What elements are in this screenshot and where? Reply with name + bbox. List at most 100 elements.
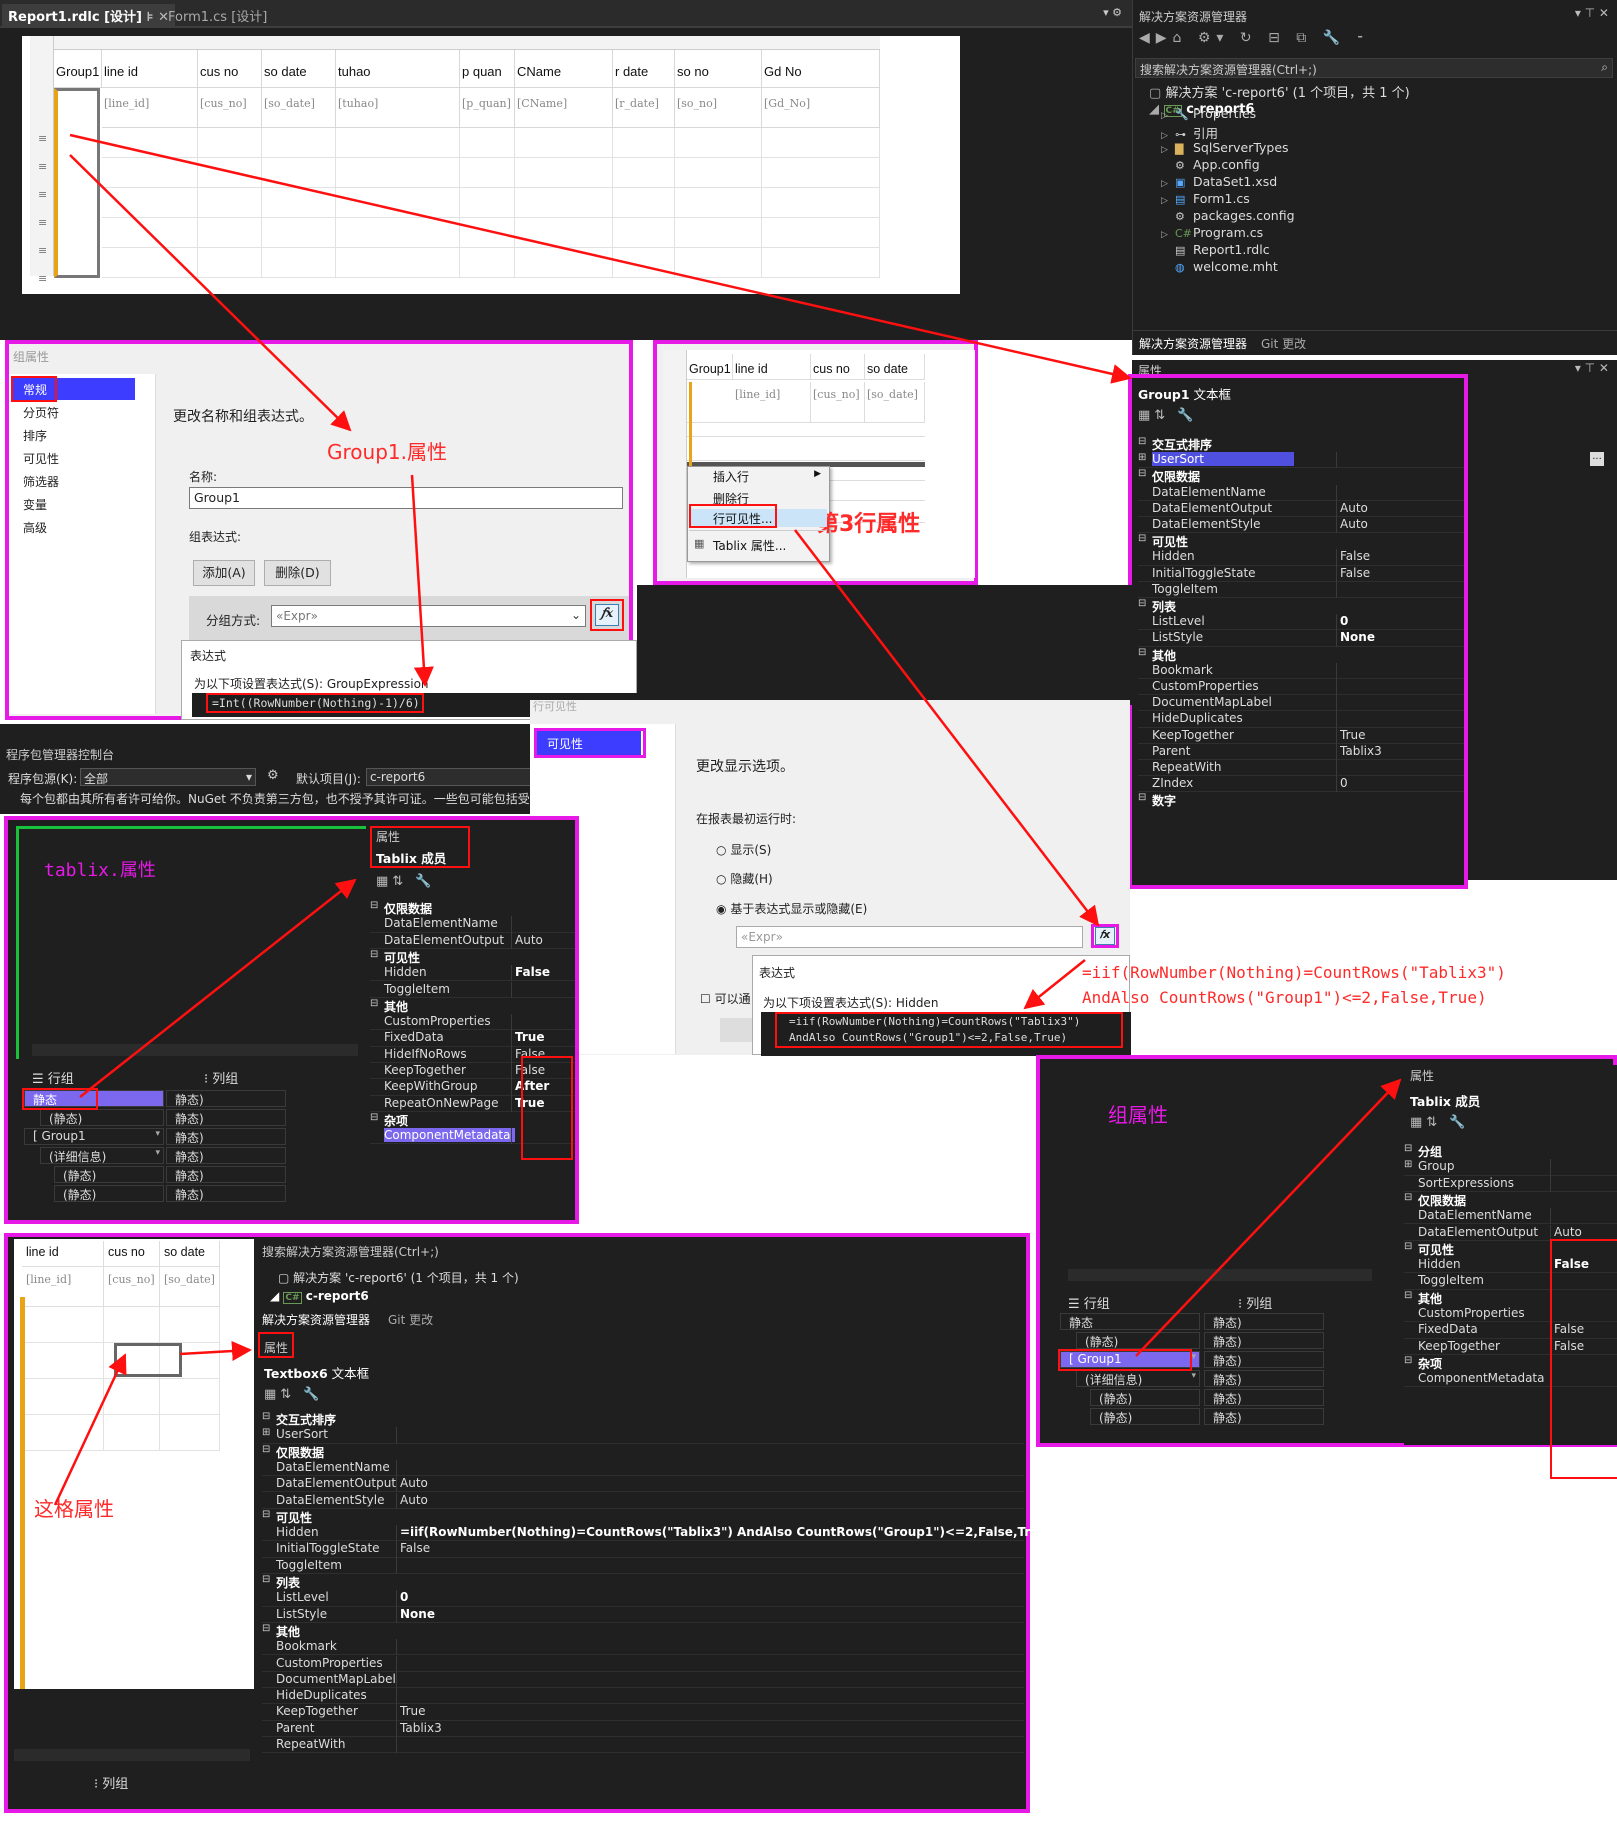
context-menu-item[interactable]: Tablix 属性... ▦ (691, 536, 827, 554)
property-row[interactable]: InitialToggleState False (1138, 565, 1464, 582)
row-group-item[interactable]: (静态) (54, 1185, 164, 1202)
radio-expression[interactable]: ◉ 基于表达式显示或隐藏(E) (716, 900, 867, 917)
property-row[interactable]: HideDuplicates (262, 1688, 1024, 1705)
property-row[interactable]: FixedData True (370, 1030, 575, 1047)
row-group-item[interactable]: (详细信息) ▾ (40, 1147, 164, 1164)
solution-item[interactable]: ⚙ packages.config (1161, 208, 1295, 225)
collapse-icon[interactable]: ⊟ (262, 1444, 270, 1455)
property-row[interactable]: Hidden False (370, 965, 575, 982)
ellipsis-button[interactable]: ... (1590, 452, 1604, 466)
table-cell[interactable] (762, 248, 880, 278)
ctx-column-header[interactable]: Group1 (687, 354, 733, 380)
property-row[interactable]: DataElementName (1138, 484, 1464, 501)
property-row[interactable]: DataElementName (370, 916, 575, 933)
ctx-column-header[interactable]: line id (733, 354, 811, 380)
property-value[interactable]: =iif(RowNumber(Nothing)=CountRows("Tabli… (400, 1525, 1052, 1539)
cell-field[interactable]: [so_date] (160, 1267, 220, 1307)
row-group-dropdown-icon[interactable]: ▾ (155, 1129, 160, 1139)
collapse-icon[interactable]: ⊟ (1404, 1355, 1412, 1366)
context-menu-item[interactable]: 插入行 ▶ (691, 467, 827, 485)
table-cell[interactable] (102, 158, 198, 188)
property-row[interactable]: ⊟ 其他 (262, 1623, 1024, 1639)
cell-grid-cell[interactable] (104, 1307, 160, 1343)
table-cell[interactable] (198, 218, 262, 248)
property-value[interactable]: 0 (1340, 614, 1348, 628)
name-input[interactable]: Group1 (189, 487, 623, 509)
cell-grid-cell[interactable] (104, 1415, 160, 1451)
ctx-column-header[interactable]: so date (865, 354, 925, 380)
expand-icon[interactable]: ⊞ (262, 1427, 270, 1438)
toggle-checkbox[interactable]: ☐ 可以通 (700, 990, 751, 1007)
collapse-icon[interactable]: ⊟ (1138, 647, 1146, 658)
property-row[interactable]: RepeatWith (262, 1737, 1024, 1754)
wrench-icon[interactable]: 🔧 (1177, 408, 1197, 423)
field-placeholder[interactable]: [p_quan] (460, 88, 515, 128)
row-group-item[interactable]: (静态) (1090, 1389, 1200, 1406)
col-group-item[interactable]: 静态) (166, 1147, 286, 1164)
property-value[interactable]: Auto (400, 1493, 428, 1507)
property-row[interactable]: SortExpressions (1404, 1175, 1617, 1192)
property-value[interactable]: Tablix3 (1340, 744, 1382, 758)
table-cell[interactable] (262, 158, 336, 188)
table-cell[interactable] (336, 218, 460, 248)
cell-grid-cell[interactable] (22, 1379, 104, 1415)
tab-git-changes[interactable]: Git 更改 (1261, 335, 1306, 352)
property-row[interactable]: DataElementStyle Auto (1138, 517, 1464, 534)
ctx-field[interactable]: [cus_no] (811, 382, 865, 422)
table-cell[interactable] (613, 188, 675, 218)
solution-item[interactable]: ▷ ▣ DataSet1.xsd (1161, 174, 1277, 191)
property-row[interactable]: Bookmark (1138, 662, 1464, 679)
tablix-hscroll[interactable] (32, 1044, 358, 1056)
property-row[interactable]: ⊞ Group (1404, 1159, 1617, 1176)
row-handle-icon[interactable]: ≡ (38, 216, 47, 229)
row-handle-icon[interactable]: ≡ (38, 160, 47, 173)
field-placeholder[interactable]: [so_date] (262, 88, 336, 128)
cell-column-header[interactable]: so date (160, 1241, 220, 1267)
property-value[interactable]: Auto (400, 1476, 428, 1490)
table-cell[interactable] (613, 248, 675, 278)
field-placeholder[interactable]: [r_date] (613, 88, 675, 128)
column-header[interactable]: line id (102, 50, 198, 88)
ctx-field[interactable]: [line_id] (733, 382, 811, 422)
row-handle-icon[interactable]: ≡ (38, 188, 47, 201)
property-value[interactable]: False (515, 965, 550, 979)
property-row[interactable]: ToggleItem (262, 1557, 1024, 1574)
col-group-item[interactable]: 静态) (1204, 1313, 1324, 1330)
radio-hide[interactable]: ○ 隐藏(H) (716, 870, 773, 887)
tab-form1[interactable]: Form1.cs [设计] (162, 4, 273, 26)
dialog-nav-item[interactable]: 排序 (13, 424, 133, 446)
table-cell[interactable] (102, 128, 198, 158)
property-row[interactable]: ⊟ 列表 (262, 1574, 1024, 1590)
property-value[interactable]: True (400, 1704, 426, 1718)
solution-item[interactable]: ⚙ App.config (1161, 157, 1260, 174)
cell-grid-cell[interactable] (160, 1415, 220, 1451)
delete-button[interactable]: 删除(D) (264, 560, 331, 586)
field-placeholder[interactable]: [CName] (515, 88, 613, 128)
property-row[interactable]: ToggleItem (1138, 581, 1464, 598)
row-handle-icon[interactable]: ≡ (38, 132, 47, 145)
table-cell[interactable] (102, 248, 198, 278)
property-row[interactable]: ⊟ 可见性 (262, 1509, 1024, 1525)
selected-cell[interactable] (114, 1343, 182, 1377)
column-header[interactable]: so no (675, 50, 762, 88)
cell-grid-cell[interactable] (22, 1343, 104, 1379)
column-header[interactable]: Gd No (762, 50, 880, 88)
property-row[interactable]: KeepTogether True (262, 1704, 1024, 1721)
col-group-item[interactable]: 静态) (1204, 1389, 1324, 1406)
expand-arrow-icon[interactable]: ▷ (1161, 145, 1175, 155)
group-on-select[interactable]: «Expr» ⌄ (271, 605, 586, 627)
property-row[interactable]: ⊟ 分组 (1404, 1143, 1617, 1159)
table-cell[interactable] (515, 188, 613, 218)
row-handle-icon[interactable]: ≡ (38, 272, 47, 285)
row-group-item[interactable]: (静态) (54, 1166, 164, 1183)
cell-project-node[interactable]: ◢ C# c-report6 (270, 1289, 369, 1304)
property-row[interactable]: RepeatWith (1138, 760, 1464, 777)
group1-cell-selected[interactable] (54, 88, 100, 278)
dialog-nav-item[interactable]: 可见性 (13, 447, 133, 469)
table-cell[interactable] (336, 158, 460, 188)
property-row[interactable]: ListStyle None (262, 1606, 1024, 1623)
column-header[interactable]: so date (262, 50, 336, 88)
property-value[interactable]: Auto (515, 933, 543, 947)
property-row[interactable]: CustomProperties (1138, 679, 1464, 696)
collapse-icon[interactable]: ⊟ (370, 900, 378, 911)
